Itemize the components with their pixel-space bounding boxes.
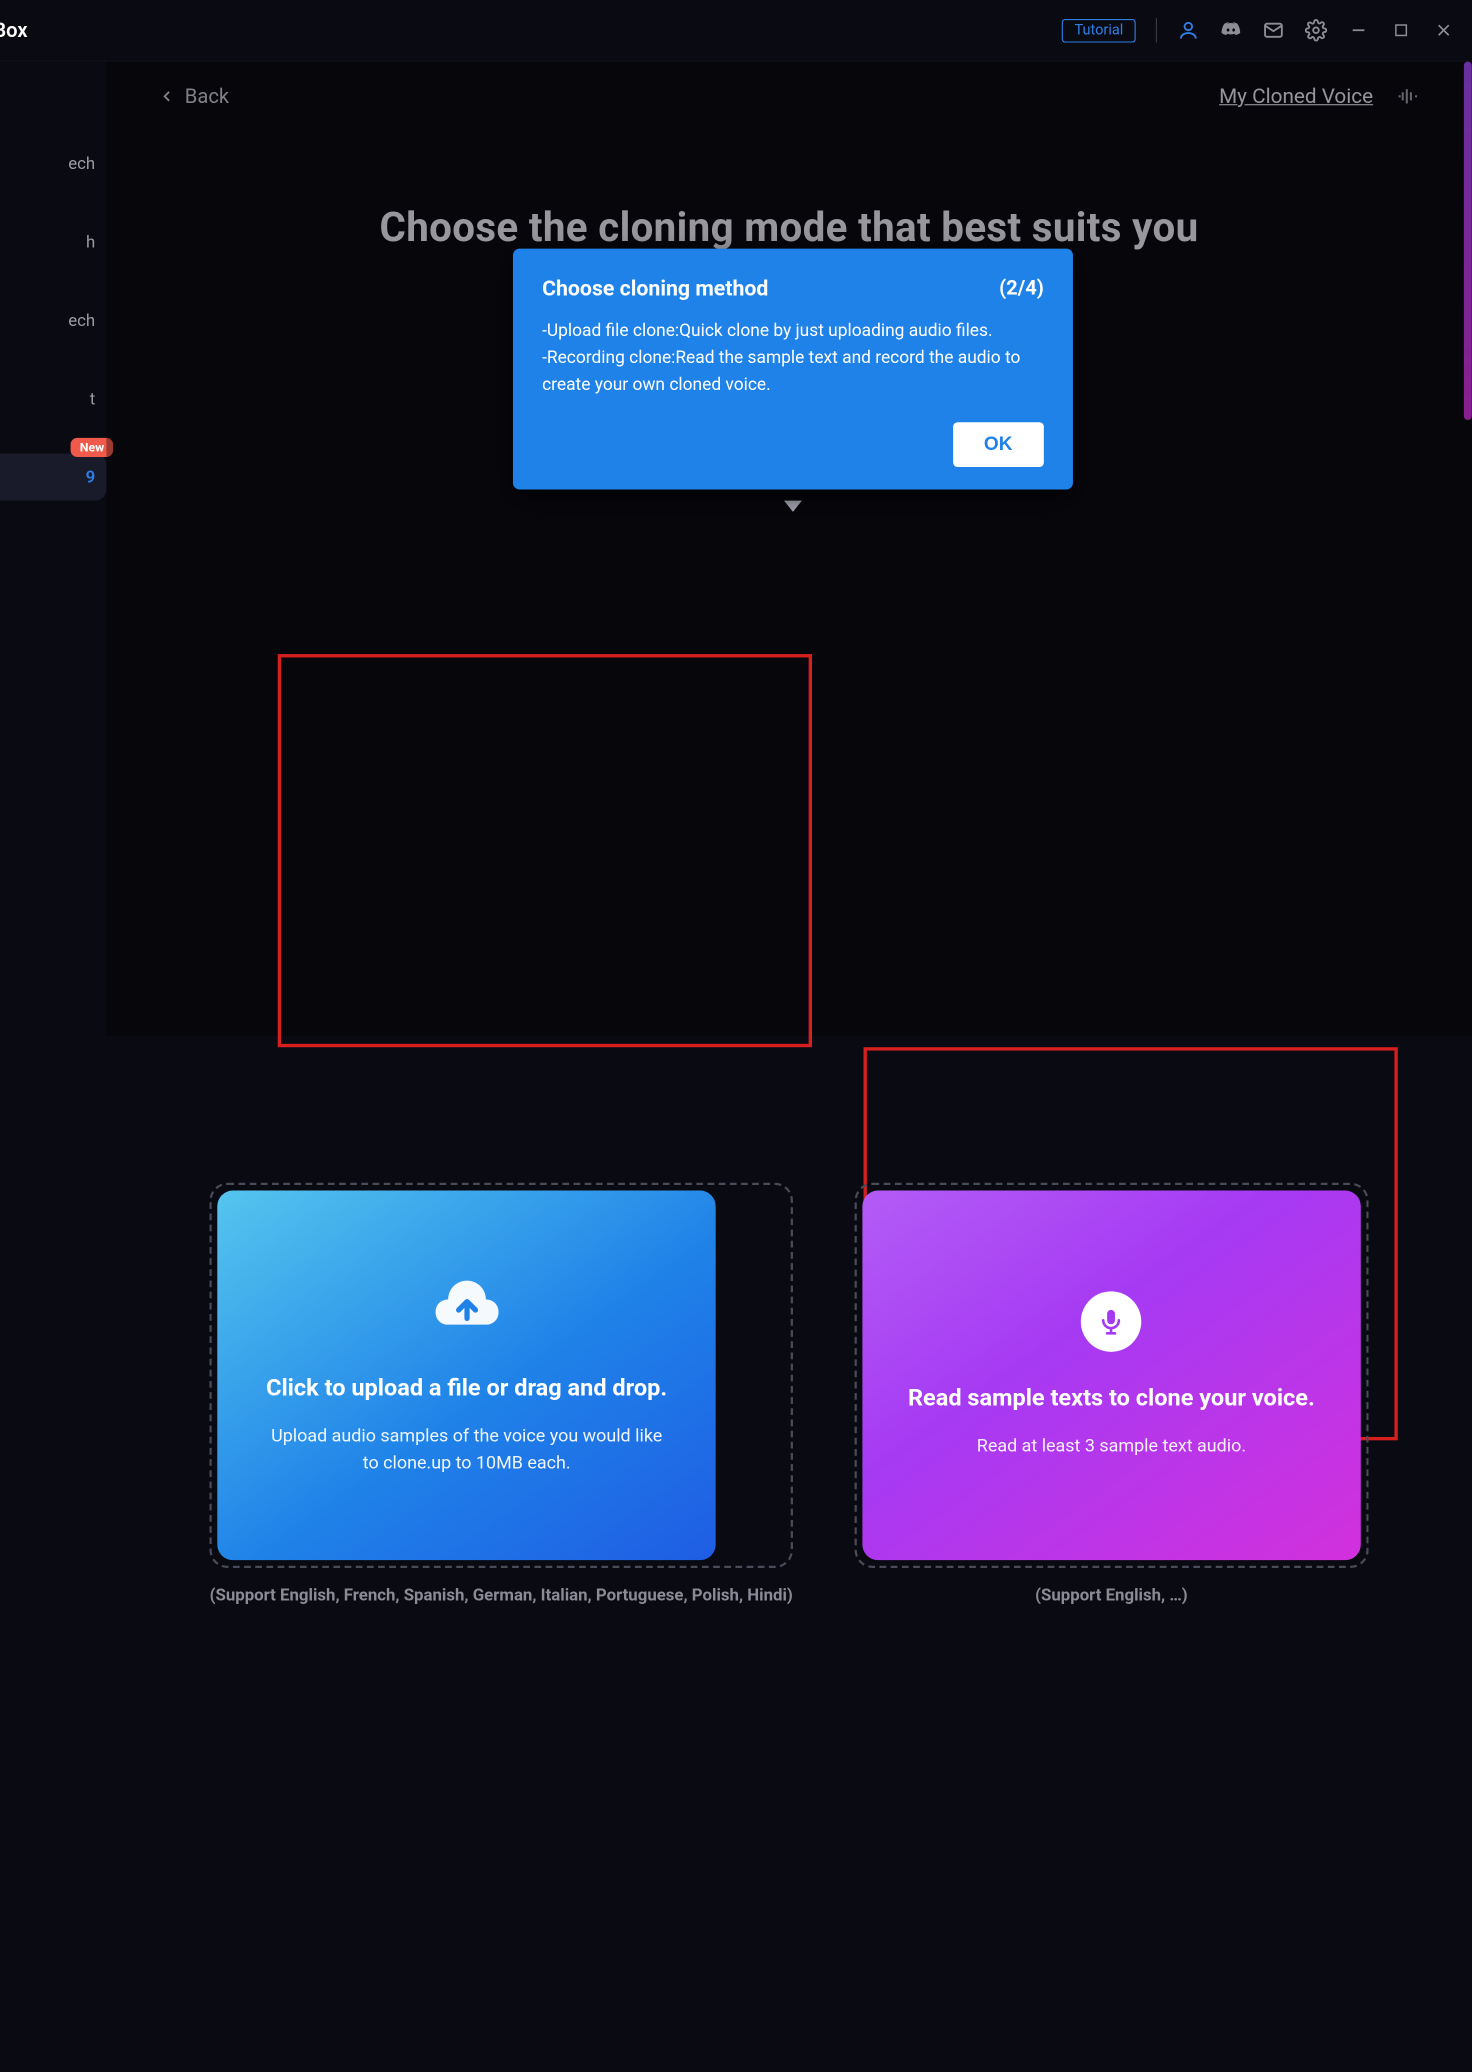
back-label: Back (185, 85, 229, 109)
back-button[interactable]: Back (158, 85, 229, 109)
waveform-icon[interactable] (1396, 84, 1421, 109)
upload-title: Click to upload a file or drag and drop. (266, 1375, 667, 1402)
sidebar-item[interactable]: ech (0, 140, 106, 187)
maximize-icon[interactable] (1390, 19, 1412, 41)
cloud-upload-icon (433, 1275, 500, 1342)
account-icon[interactable] (1177, 19, 1199, 41)
record-card[interactable]: Read sample texts to clone your voice. R… (862, 1191, 1360, 1561)
tooltip-step: (2/4) (999, 277, 1044, 301)
my-cloned-voice-link[interactable]: My Cloned Voice (1219, 84, 1373, 109)
tooltip-line: -Recording clone:Read the sample text an… (542, 344, 1044, 398)
dropzone-border: Read sample texts to clone your voice. R… (854, 1183, 1368, 1568)
tutorial-button[interactable]: Tutorial (1062, 18, 1136, 42)
dropzone-border: Click to upload a file or drag and drop.… (210, 1183, 793, 1568)
app-name: tBox (0, 18, 28, 42)
record-title: Read sample texts to clone your voice. (908, 1385, 1315, 1412)
tooltip-arrow-head (784, 501, 802, 512)
page-title: Choose the cloning mode that best suits … (151, 204, 1427, 251)
sidebar-item-active[interactable]: 9 New (0, 454, 106, 501)
record-subtitle: Read at least 3 sample text audio. (977, 1432, 1246, 1459)
tooltip-line: -Upload file clone:Quick clone by just u… (542, 317, 1044, 344)
upload-card[interactable]: Click to upload a file or drag and drop.… (217, 1191, 715, 1561)
ok-button[interactable]: OK (953, 422, 1044, 467)
sidebar-item[interactable]: ech (0, 297, 106, 344)
upload-support: (Support English, French, Spanish, Germa… (210, 1581, 793, 1608)
discord-icon[interactable] (1220, 19, 1242, 41)
main-content: Back My Cloned Voice Choose the cloning … (106, 62, 1471, 1036)
sidebar-item[interactable]: h (0, 218, 106, 265)
upload-subtitle: Upload audio samples of the voice you wo… (262, 1422, 671, 1476)
sidebar: ech h ech t 9 New (0, 62, 106, 1036)
sidebar-item[interactable]: t (0, 375, 106, 422)
titlebar: tBox Tutorial (0, 0, 1472, 62)
tooltip-title: Choose cloning method (542, 276, 768, 302)
sidebar-item-label: 9 (86, 467, 96, 487)
tutorial-tooltip: Choose cloning method (2/4) -Upload file… (513, 249, 1073, 490)
highlight-box-upload (278, 654, 812, 1047)
microphone-icon (1081, 1291, 1141, 1351)
divider (1156, 18, 1157, 43)
minimize-icon[interactable] (1347, 19, 1369, 41)
record-support: (Support English, …) (854, 1581, 1368, 1608)
mail-icon[interactable] (1262, 19, 1284, 41)
chevron-left-icon (158, 87, 176, 105)
gear-icon[interactable] (1305, 19, 1327, 41)
close-icon[interactable] (1432, 19, 1454, 41)
